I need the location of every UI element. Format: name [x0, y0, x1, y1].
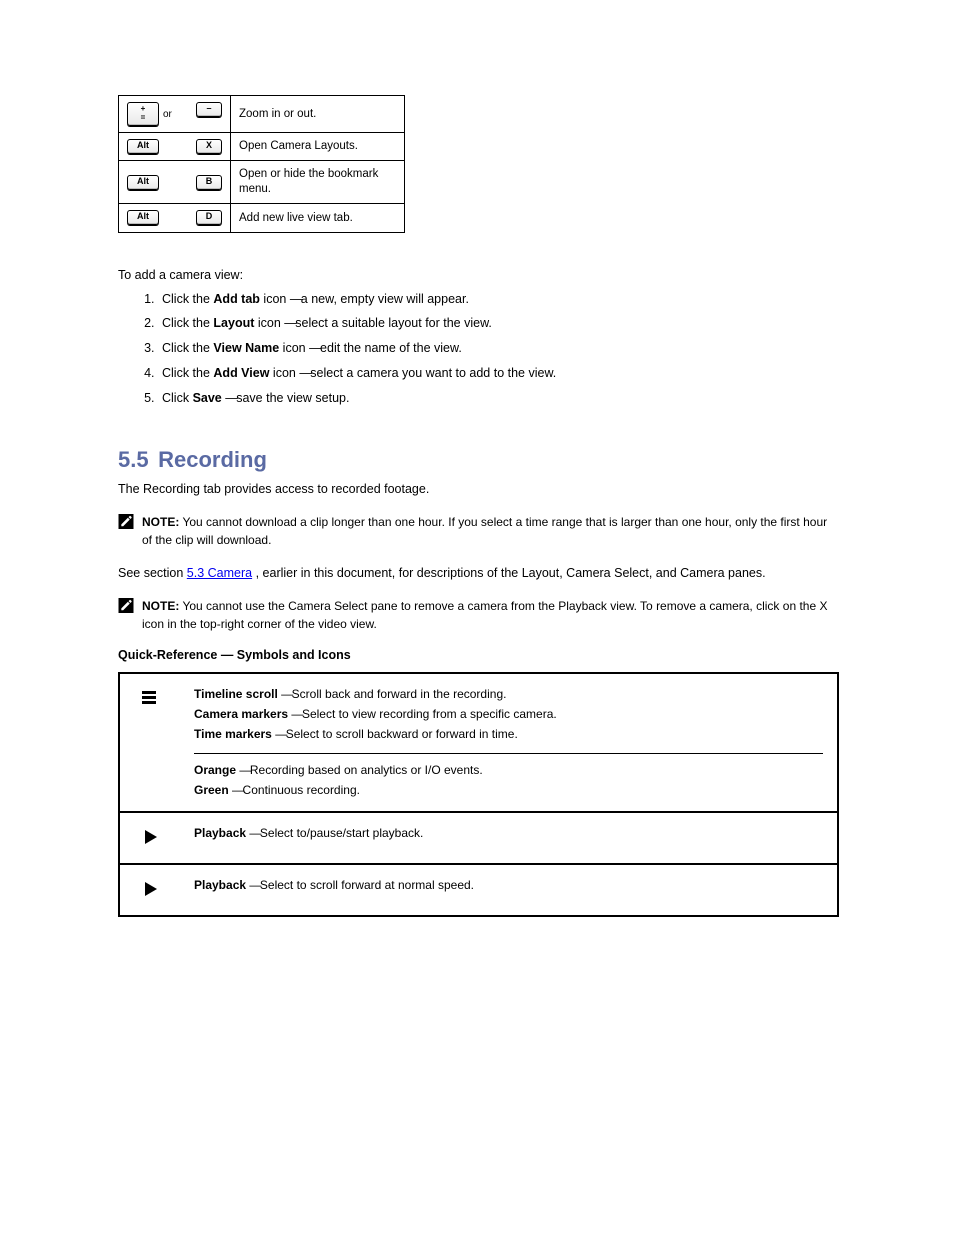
step-item: Click Save — save the view setup.	[158, 389, 839, 408]
feature-icon-cell	[119, 673, 180, 812]
kb-keys: Alt D	[119, 204, 231, 232]
key-icon: Alt	[127, 210, 159, 225]
kb-action: Add new live view tab.	[231, 204, 405, 232]
play-icon	[140, 827, 160, 847]
pencil-icon	[118, 514, 134, 529]
pencil-icon	[118, 598, 134, 613]
key-icon: X	[196, 139, 222, 154]
kb-row: Alt B Open or hide the bookmark menu.	[119, 161, 405, 204]
key-icon: –	[196, 102, 222, 117]
kb-action: Open Camera Layouts.	[231, 133, 405, 161]
section-intro: The Recording tab provides access to rec…	[118, 480, 839, 499]
feature-icon-cell	[119, 864, 180, 916]
section-number: 5.5	[118, 447, 152, 473]
kb-row: Alt D Add new live view tab.	[119, 204, 405, 232]
note-clip-length: NOTE: You cannot download a clip longer …	[118, 513, 839, 550]
play-icon	[140, 879, 160, 899]
feature-text: Playback — Select to/pause/start playbac…	[180, 812, 838, 864]
key-separator: or	[163, 108, 172, 121]
step-item: Click the Add tab icon — a new, empty vi…	[158, 290, 839, 309]
step-item: Click the Layout icon — select a suitabl…	[158, 314, 839, 333]
feature-text: Timeline scroll — Scroll back and forwar…	[180, 673, 838, 812]
feature-row: Timeline scroll — Scroll back and forwar…	[119, 673, 838, 812]
feature-row: Playback — Select to/pause/start playbac…	[119, 812, 838, 864]
key-icon: Alt	[127, 175, 159, 190]
step-item: Click the Add View icon — select a camer…	[158, 364, 839, 383]
kb-action: Zoom in or out.	[231, 96, 405, 133]
feature-text: Playback — Select to scroll forward at n…	[180, 864, 838, 916]
see-section-paragraph: See section 5.3 Camera , earlier in this…	[118, 564, 839, 583]
section-heading: 5.5 Recording	[118, 447, 839, 473]
feature-row: Playback — Select to scroll forward at n…	[119, 864, 838, 916]
keyboard-shortcuts-table: += or –Zoom in or out. Alt X Open Camera Layo…	[118, 95, 405, 233]
kb-action: Open or hide the bookmark menu.	[231, 161, 405, 204]
key-icon: B	[196, 175, 222, 190]
step-item: Click the View Name icon — edit the name…	[158, 339, 839, 358]
kb-keys: += or –	[119, 96, 231, 133]
kb-keys: Alt X	[119, 133, 231, 161]
link-section-5-3[interactable]: 5.3 Camera	[187, 566, 252, 580]
add-camera-instructions: To add a camera view: Click the Add tab …	[118, 267, 839, 408]
kb-row: Alt X Open Camera Layouts.	[119, 133, 405, 161]
note-body: NOTE: You cannot use the Camera Select p…	[142, 597, 839, 634]
note-body: NOTE: You cannot download a clip longer …	[142, 513, 839, 550]
quick-reference-table: Timeline scroll — Scroll back and forwar…	[118, 672, 839, 918]
quick-ref-heading: Quick-Reference — Symbols and Icons	[118, 648, 839, 662]
kb-keys: Alt B	[119, 161, 231, 204]
kb-row: += or –Zoom in or out.	[119, 96, 405, 133]
section-title: Recording	[158, 447, 267, 472]
key-icon: D	[196, 210, 222, 225]
note-remove-camera: NOTE: You cannot use the Camera Select p…	[118, 597, 839, 634]
key-icon: Alt	[127, 139, 159, 154]
layers-icon	[140, 688, 160, 708]
feature-icon-cell	[119, 812, 180, 864]
key-icon: +=	[127, 102, 159, 126]
add-camera-intro: To add a camera view:	[118, 267, 839, 284]
